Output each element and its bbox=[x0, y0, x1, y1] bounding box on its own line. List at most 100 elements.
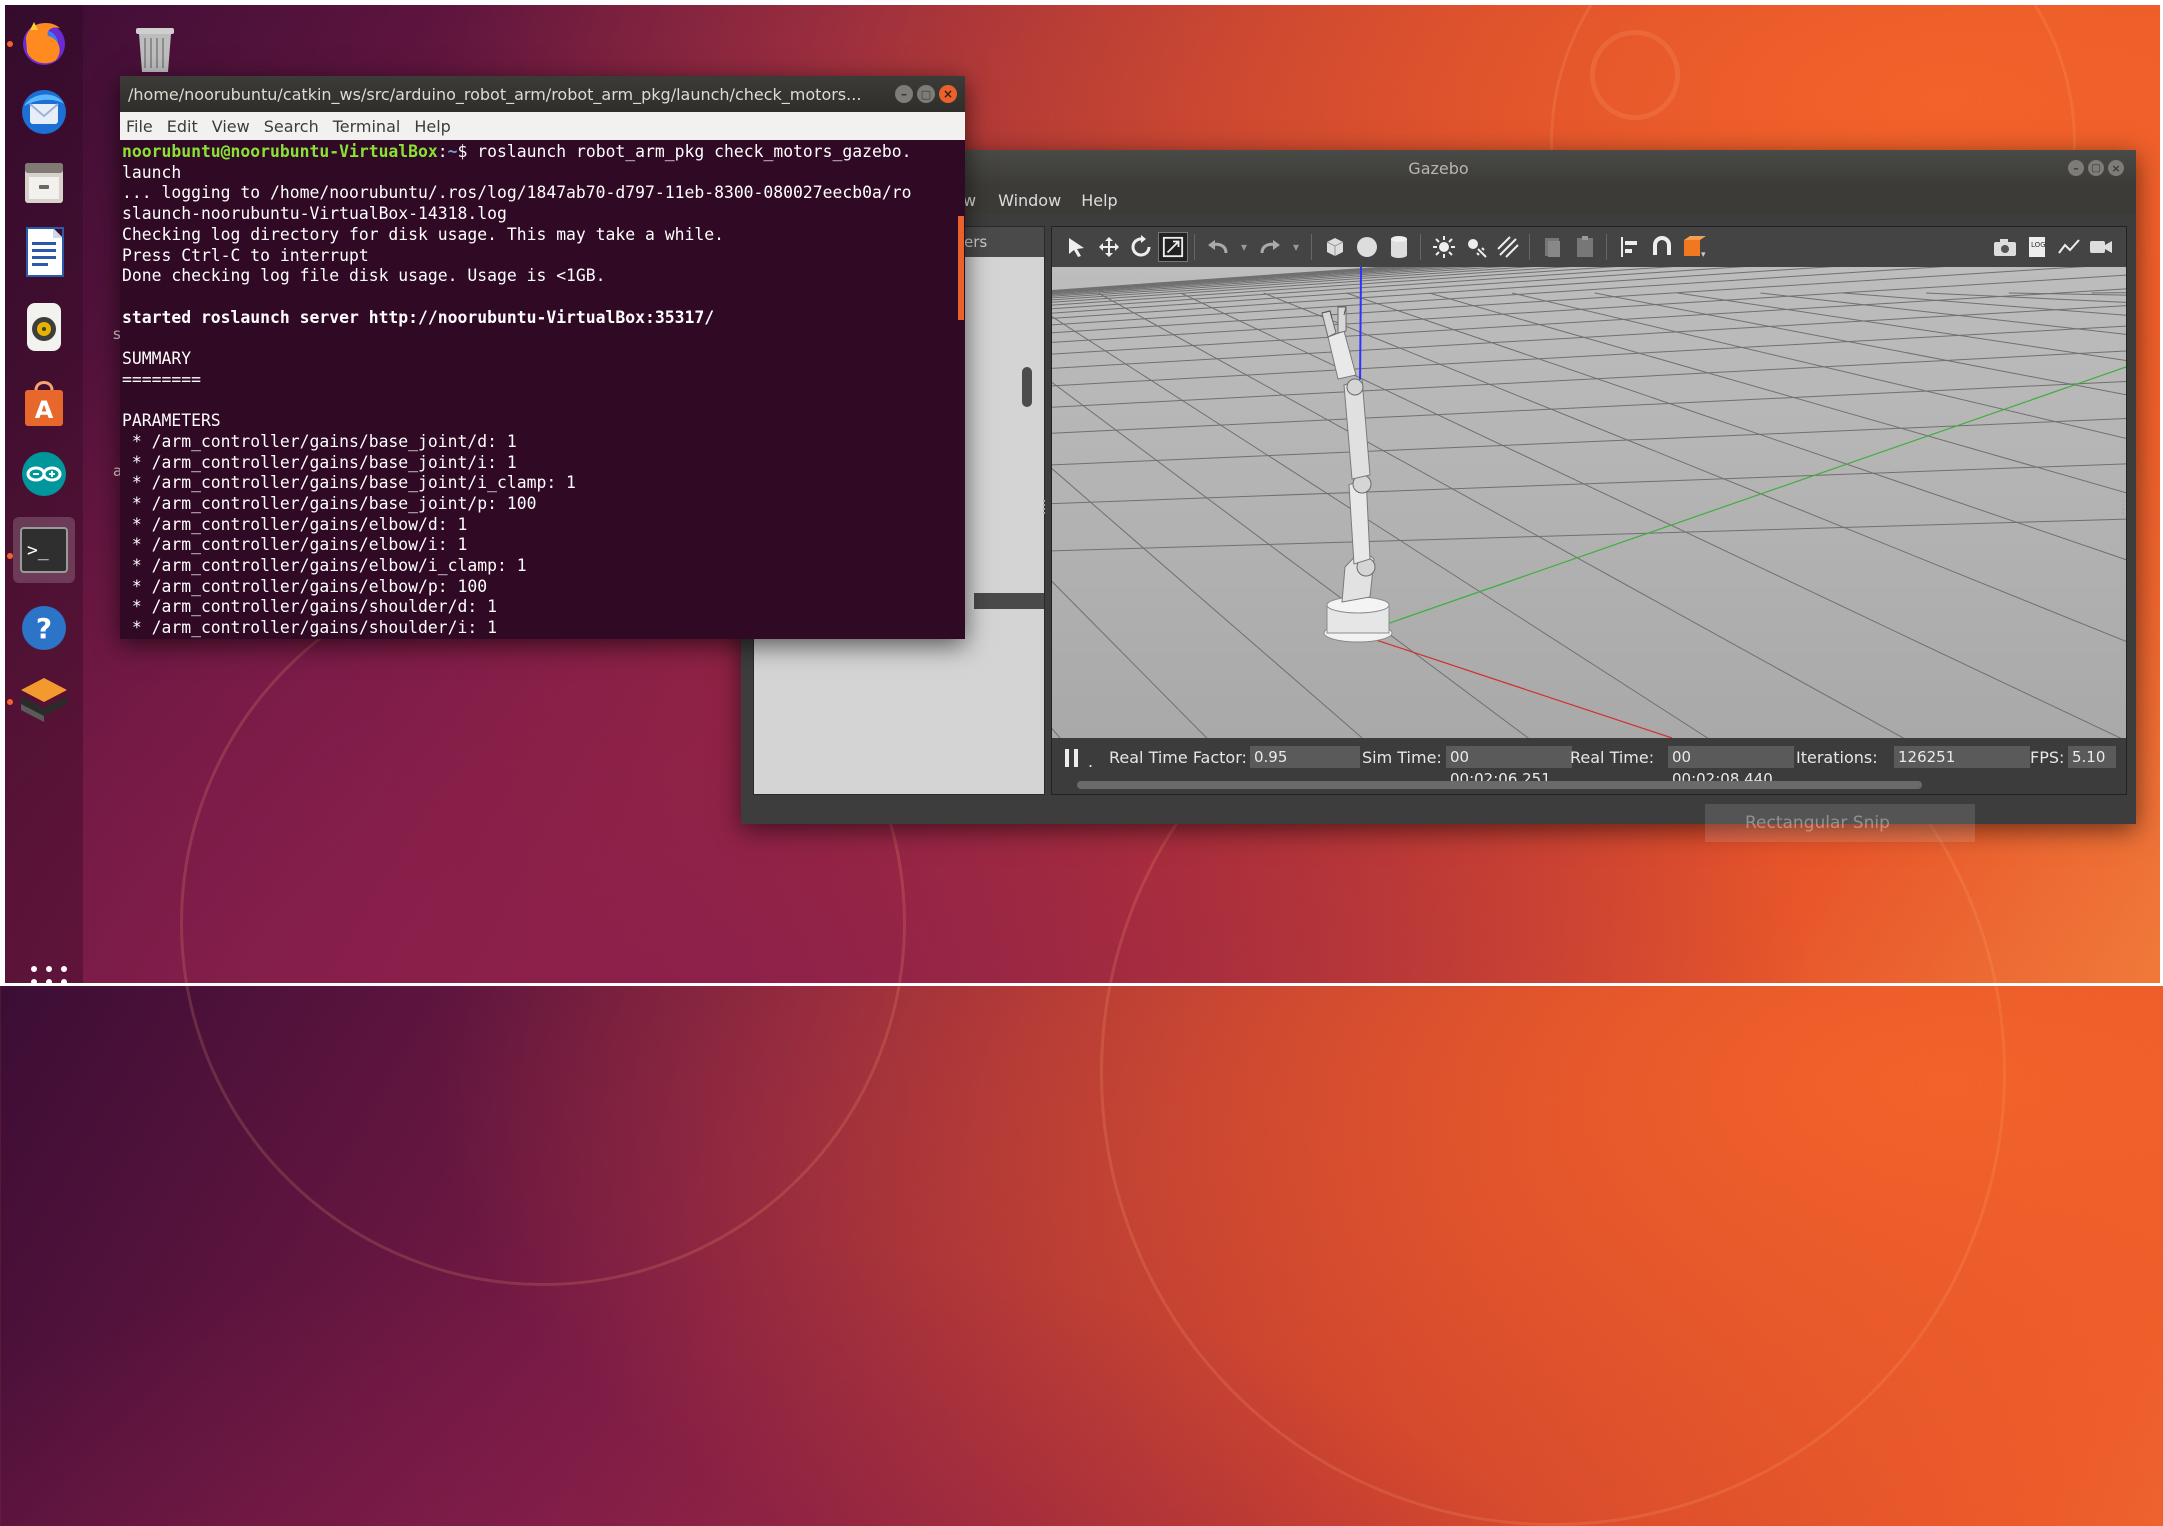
gazebo-statusbar: . Real Time Factor: 0.95 Sim Time: 00 00… bbox=[1052, 738, 2126, 794]
sphere-shape-button[interactable] bbox=[1352, 232, 1382, 262]
running-indicator bbox=[7, 699, 13, 705]
terminal-title: /home/noorubuntu/catkin_ws/src/arduino_r… bbox=[128, 84, 862, 104]
select-mode-button[interactable] bbox=[1062, 232, 1092, 262]
view-angle-button[interactable]: ▾ bbox=[1679, 232, 1709, 262]
terminal-window: /home/noorubuntu/catkin_ws/src/arduino_r… bbox=[120, 76, 965, 639]
paste-button[interactable] bbox=[1570, 232, 1600, 262]
screenshot-button[interactable] bbox=[1990, 232, 2020, 262]
terminal-line: launch bbox=[122, 162, 182, 182]
rectangular-snip-overlay: Rectangular Snip bbox=[1705, 804, 1975, 842]
redo-button[interactable] bbox=[1255, 232, 1285, 262]
pause-button[interactable] bbox=[1064, 748, 1080, 768]
menu-terminal[interactable]: Terminal bbox=[333, 117, 401, 136]
show-applications-button[interactable] bbox=[30, 965, 68, 985]
log-icon: LOG bbox=[2029, 237, 2046, 257]
directional-light-button[interactable] bbox=[1493, 232, 1523, 262]
move-icon bbox=[1099, 237, 1119, 257]
rotate-mode-button[interactable] bbox=[1126, 232, 1156, 262]
minimize-button[interactable]: – bbox=[895, 85, 913, 103]
copy-icon bbox=[1545, 238, 1560, 257]
prompt-path: ~ bbox=[447, 142, 458, 161]
dock-item-thunderbird[interactable] bbox=[17, 85, 71, 139]
dock: A >_ ? bbox=[5, 5, 83, 985]
terminal-line: * /arm_controller/gains/elbow/d: 1 bbox=[122, 514, 468, 534]
menu-file[interactable]: File bbox=[126, 117, 153, 136]
menu-window[interactable]: Window bbox=[998, 191, 1061, 210]
plot-icon bbox=[2058, 239, 2080, 254]
command-text: roslaunch robot_arm_pkg check_motors_gaz… bbox=[477, 142, 912, 161]
step-button[interactable]: . bbox=[1088, 752, 1093, 771]
align-button[interactable] bbox=[1615, 232, 1645, 262]
dock-item-writer[interactable] bbox=[17, 225, 71, 279]
log-button[interactable]: LOG bbox=[2022, 232, 2052, 262]
terminal-titlebar[interactable]: /home/noorubuntu/catkin_ws/src/arduino_r… bbox=[120, 76, 965, 112]
magnet-icon bbox=[1653, 236, 1671, 255]
terminal-line: ======== bbox=[122, 369, 201, 389]
spotlight-icon bbox=[1468, 239, 1487, 258]
close-button[interactable]: × bbox=[939, 85, 957, 103]
sun-icon bbox=[1433, 236, 1455, 258]
prompt-user: noorubuntu@noorubuntu-VirtualBox bbox=[122, 142, 438, 161]
dock-item-rhythmbox[interactable] bbox=[17, 300, 71, 354]
box-icon bbox=[1326, 238, 1344, 256]
menu-search[interactable]: Search bbox=[264, 117, 319, 136]
terminal-line: * /arm_controller/gains/shoulder/d: 1 bbox=[122, 597, 497, 617]
scene-canvas bbox=[1052, 267, 2126, 738]
plot-button[interactable] bbox=[2054, 232, 2084, 262]
translate-mode-button[interactable] bbox=[1094, 232, 1124, 262]
menu-edit[interactable]: Edit bbox=[167, 117, 198, 136]
left-splitter[interactable] bbox=[1043, 500, 1048, 514]
terminal-line: PARAMETERS bbox=[122, 411, 221, 431]
terminal-output[interactable]: noorubuntu@noorubuntu-VirtualBox:~$ rosl… bbox=[120, 140, 965, 641]
viewport-splitter[interactable] bbox=[2122, 500, 2127, 514]
dock-item-gazebo[interactable] bbox=[17, 673, 71, 727]
copy-button[interactable] bbox=[1538, 232, 1568, 262]
dock-item-software[interactable]: A bbox=[17, 375, 71, 429]
dock-item-files[interactable] bbox=[17, 155, 71, 209]
camera-icon bbox=[1994, 239, 2016, 256]
dock-item-help[interactable]: ? bbox=[17, 601, 71, 655]
dock-item-firefox[interactable] bbox=[17, 15, 71, 69]
gazebo-3d-scene[interactable] bbox=[1052, 267, 2126, 738]
undo-button[interactable] bbox=[1203, 232, 1233, 262]
terminal-line: slaunch-noorubuntu-VirtualBox-14318.log bbox=[122, 204, 507, 224]
view-angle-icon: ▾ bbox=[1684, 236, 1706, 259]
terminal-line: Done checking log file disk usage. Usage… bbox=[122, 266, 606, 286]
rhythmbox-icon bbox=[27, 303, 61, 351]
desktop-trash[interactable] bbox=[132, 22, 178, 74]
terminal-line: * /arm_controller/gains/base_joint/p: 10… bbox=[122, 493, 537, 513]
real-time-value: 00 00:02:08.440 bbox=[1668, 746, 1794, 788]
terminal-icon: >_ bbox=[20, 527, 68, 573]
video-icon bbox=[2090, 241, 2112, 253]
menu-view[interactable]: View bbox=[212, 117, 250, 136]
fps-value: 5.10 bbox=[2068, 746, 2116, 768]
terminal-scrollbar[interactable] bbox=[958, 216, 964, 320]
rtf-value: 0.95 bbox=[1250, 746, 1360, 768]
point-light-button[interactable] bbox=[1429, 232, 1459, 262]
box-shape-button[interactable] bbox=[1320, 232, 1350, 262]
undo-history-button[interactable]: ▾ bbox=[1235, 232, 1253, 262]
dock-item-terminal[interactable]: >_ bbox=[13, 517, 75, 583]
redo-history-button[interactable]: ▾ bbox=[1287, 232, 1305, 262]
video-record-button[interactable] bbox=[2086, 232, 2116, 262]
pause-icon bbox=[1065, 749, 1078, 767]
menu-help[interactable]: Help bbox=[1081, 191, 1117, 210]
redo-icon bbox=[1260, 240, 1280, 254]
scale-mode-button[interactable] bbox=[1158, 232, 1188, 262]
left-panel-selected-row[interactable] bbox=[974, 593, 1044, 609]
fps-label: FPS: bbox=[2030, 748, 2065, 767]
left-panel-scrollbar[interactable] bbox=[1022, 367, 1032, 407]
cylinder-shape-button[interactable] bbox=[1384, 232, 1414, 262]
terminal-line: * /arm_controller/gains/shoulder/i: 1 bbox=[122, 618, 497, 638]
status-scrollbar[interactable] bbox=[1077, 781, 1922, 789]
maximize-button[interactable]: □ bbox=[917, 85, 935, 103]
minimize-button[interactable]: – bbox=[2068, 160, 2084, 176]
snap-button[interactable] bbox=[1647, 232, 1677, 262]
spot-light-button[interactable] bbox=[1461, 232, 1491, 262]
dock-item-arduino[interactable] bbox=[17, 447, 71, 501]
menu-help[interactable]: Help bbox=[414, 117, 450, 136]
terminal-line: * /arm_controller/gains/elbow/i: 1 bbox=[122, 535, 468, 555]
maximize-button[interactable]: □ bbox=[2088, 160, 2104, 176]
close-button[interactable]: × bbox=[2108, 160, 2124, 176]
